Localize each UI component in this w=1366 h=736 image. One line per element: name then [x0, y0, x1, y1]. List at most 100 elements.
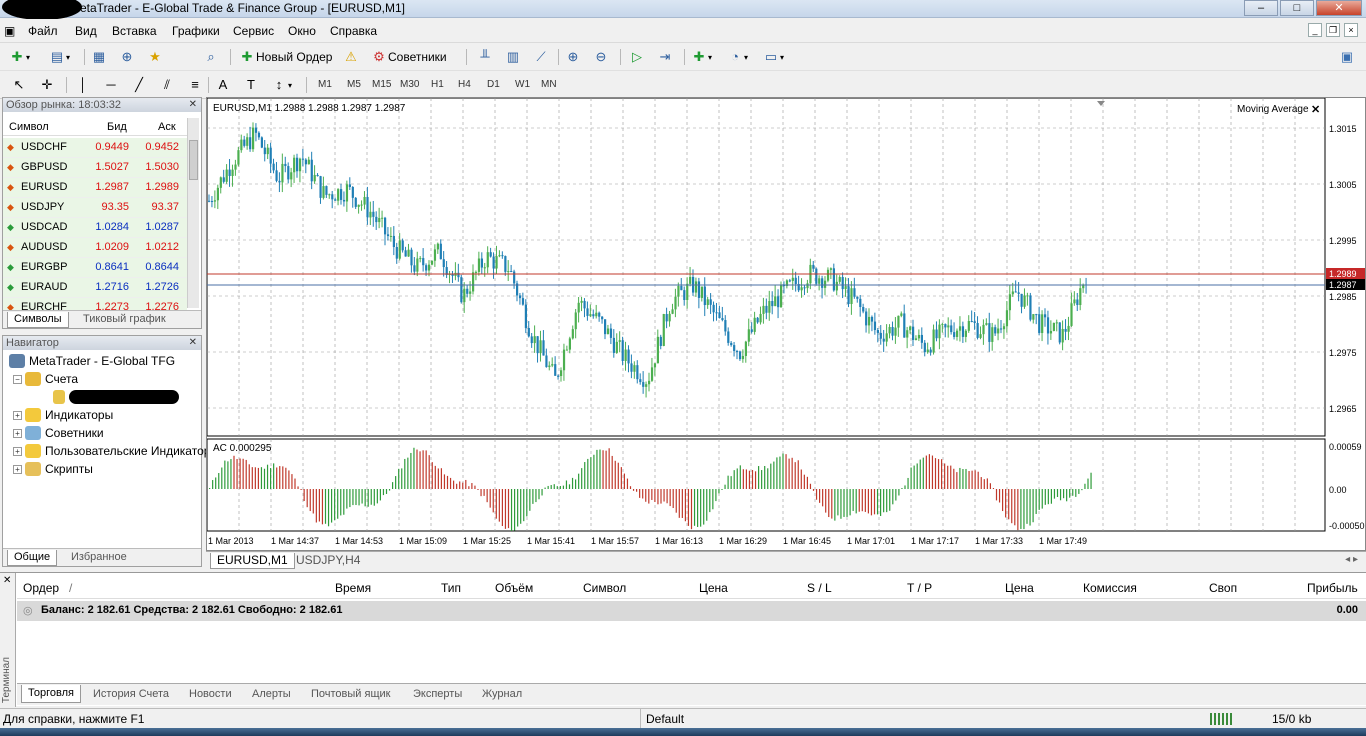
col-symbol[interactable]: Символ: [583, 581, 626, 595]
trendline-button[interactable]: ╱: [130, 75, 148, 95]
price-chart[interactable]: 1.3015 1.3005 1.2995 1.2985 1.2975 1.2965 0.00…: [207, 98, 1365, 550]
collapse-icon[interactable]: −: [13, 374, 22, 384]
market-watch-close-icon[interactable]: ✕: [189, 98, 197, 112]
menu-help[interactable]: Справка: [330, 24, 377, 38]
indicators-button[interactable]: ✚ ▾: [690, 47, 712, 67]
col-swap[interactable]: Своп: [1209, 581, 1237, 595]
chart-window[interactable]: 1.3015 1.3005 1.2995 1.2985 1.2975 1.2965 0.00…: [206, 97, 1366, 551]
nav-indicators[interactable]: + Индикаторы: [13, 408, 113, 422]
mdi-minimize-button[interactable]: _: [1308, 23, 1322, 37]
new-order-button[interactable]: ✚ Новый Ордер: [238, 47, 333, 67]
maximize-button[interactable]: □: [1280, 0, 1314, 16]
text-label-button[interactable]: T: [242, 75, 260, 95]
close-button[interactable]: ✕: [1316, 0, 1362, 16]
expand-icon[interactable]: +: [13, 410, 22, 420]
menu-view[interactable]: Вид: [75, 24, 97, 38]
tf-w1[interactable]: W1: [515, 79, 530, 90]
chart-tab-usdjpy[interactable]: USDJPY,H4: [290, 553, 366, 569]
nav-experts[interactable]: + Советники: [13, 426, 104, 440]
col-price[interactable]: Цена: [699, 581, 728, 595]
candlestick-button[interactable]: ▥: [504, 47, 522, 67]
bar-chart-button[interactable]: ╨: [476, 47, 494, 67]
data-window-toggle[interactable]: ⊕: [118, 47, 136, 67]
tab-trade[interactable]: Торговля: [21, 685, 81, 703]
templates-button[interactable]: ▭ ▾: [762, 47, 784, 67]
tf-m1[interactable]: M1: [318, 79, 332, 90]
market-watch-row[interactable]: ◆ EURAUD 1.2716 1.2726: [3, 278, 187, 298]
nav-accounts[interactable]: − Счета: [13, 372, 78, 386]
col-commission[interactable]: Комиссия: [1083, 581, 1137, 595]
col-price2[interactable]: Цена: [1005, 581, 1034, 595]
fibonacci-button[interactable]: ≡: [186, 75, 204, 95]
tab-news[interactable]: Новости: [183, 687, 238, 703]
navigator-toggle[interactable]: ★: [146, 47, 164, 67]
mdi-close-button[interactable]: ×: [1344, 23, 1358, 37]
minimize-button[interactable]: ‒: [1244, 0, 1278, 16]
zoom-out-button[interactable]: ⊖: [592, 47, 610, 67]
tf-d1[interactable]: D1: [487, 79, 500, 90]
col-ask[interactable]: Аск: [158, 121, 176, 133]
chart-shift-button[interactable]: ⇥: [656, 47, 674, 67]
cursor-button[interactable]: ↖: [10, 75, 28, 95]
vertical-line-button[interactable]: │: [74, 75, 92, 95]
col-bid[interactable]: Бид: [107, 121, 127, 133]
col-symbol[interactable]: Символ: [9, 121, 49, 133]
menu-window[interactable]: Окно: [288, 24, 316, 38]
menu-charts[interactable]: Графики: [172, 24, 220, 38]
scrollbar-thumb[interactable]: [189, 140, 198, 180]
col-time[interactable]: Время: [335, 581, 371, 595]
nav-scripts[interactable]: + Скрипты: [13, 462, 93, 476]
chart-tab-eurusd[interactable]: EURUSD,M1: [210, 553, 295, 569]
col-sl[interactable]: S / L: [807, 581, 832, 595]
market-watch-row[interactable]: ◆ USDCAD 1.0284 1.0287: [3, 218, 187, 238]
nav-account-redacted[interactable]: [53, 390, 179, 404]
tf-mn[interactable]: MN: [541, 79, 557, 90]
market-watch-toggle[interactable]: ▦: [90, 47, 108, 67]
tf-h1[interactable]: H1: [431, 79, 444, 90]
tab-symbols[interactable]: Символы: [7, 312, 69, 328]
tab-common[interactable]: Общие: [7, 550, 58, 566]
line-chart-button[interactable]: ⟋: [532, 47, 550, 67]
market-watch-row[interactable]: ◆ USDCHF 0.9449 0.9452: [3, 138, 187, 158]
expand-icon[interactable]: +: [13, 464, 22, 474]
tab-experts[interactable]: Эксперты: [407, 687, 468, 703]
tf-m15[interactable]: M15: [372, 79, 391, 90]
channel-button[interactable]: ⫽: [158, 75, 176, 95]
experts-button[interactable]: ⚙ Советники: [370, 47, 446, 67]
tab-favorites[interactable]: Избранное: [65, 550, 133, 566]
col-type[interactable]: Тип: [441, 581, 461, 595]
text-button[interactable]: A: [214, 75, 232, 95]
crosshair-button[interactable]: ✛: [38, 75, 56, 95]
chart-tab-scroll-icon[interactable]: ◂ ▸: [1345, 554, 1358, 565]
market-watch-scrollbar[interactable]: [187, 118, 199, 308]
horizontal-line-button[interactable]: ─: [102, 75, 120, 95]
app-menu-icon[interactable]: ▣: [4, 24, 15, 38]
periods-button[interactable]: ◔ ▾: [726, 47, 748, 67]
market-watch-row[interactable]: ◆ AUDUSD 1.0209 1.0212: [3, 238, 187, 258]
indicator-close-icon[interactable]: ✕: [1311, 103, 1320, 116]
profiles-button[interactable]: ▤ ▾: [48, 47, 70, 67]
col-profit[interactable]: Прибыль: [1307, 581, 1358, 595]
navigator-close-icon[interactable]: ✕: [189, 336, 197, 350]
tf-h4[interactable]: H4: [458, 79, 471, 90]
tab-history[interactable]: История Счета: [87, 687, 175, 703]
tf-m30[interactable]: M30: [400, 79, 419, 90]
menu-tools[interactable]: Сервис: [233, 24, 274, 38]
tab-journal[interactable]: Журнал: [476, 687, 528, 703]
col-volume[interactable]: Объём: [495, 581, 533, 595]
menu-insert[interactable]: Вставка: [112, 24, 157, 38]
market-watch-row[interactable]: ◆ EURGBP 0.8641 0.8644: [3, 258, 187, 278]
terminal-close-icon[interactable]: ✕: [3, 575, 11, 586]
nav-custom-indicators[interactable]: + Пользовательские Индикаторы: [13, 444, 219, 458]
menu-file[interactable]: Файл: [28, 24, 58, 38]
mdi-restore-button[interactable]: ❐: [1326, 23, 1340, 37]
balance-row[interactable]: ◎ Баланс: 2 182.61 Средства: 2 182.61 Св…: [17, 601, 1366, 621]
market-watch-row[interactable]: ◆ GBPUSD 1.5027 1.5030: [3, 158, 187, 178]
tab-alerts[interactable]: Алерты: [246, 687, 297, 703]
nav-root[interactable]: MetaTrader - E-Global TFG: [9, 354, 175, 368]
autoscroll-button[interactable]: ▷: [628, 47, 646, 67]
arrows-button[interactable]: ↕ ▾: [270, 75, 292, 95]
market-watch-row[interactable]: ◆ EURUSD 1.2987 1.2989: [3, 178, 187, 198]
strategy-tester-toggle[interactable]: ⌕: [202, 47, 220, 67]
col-order[interactable]: Ордер: [23, 581, 59, 595]
